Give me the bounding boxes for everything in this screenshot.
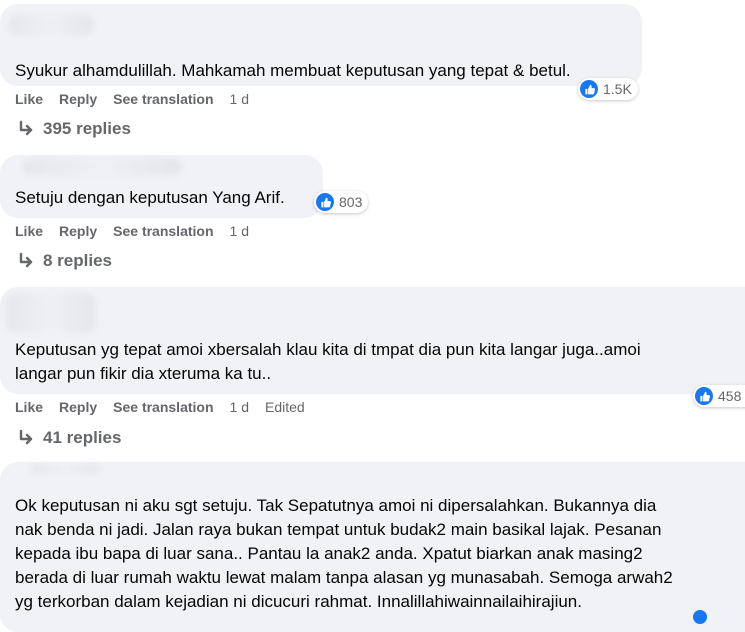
replies-count: 41 replies bbox=[43, 428, 122, 447]
comment-actions: Like Reply See translation 1 d bbox=[15, 222, 265, 240]
reaction-count: 1.5K bbox=[603, 81, 632, 97]
like-button[interactable]: Like bbox=[15, 223, 43, 239]
timestamp[interactable]: 1 d bbox=[230, 91, 249, 107]
like-button[interactable]: Like bbox=[15, 399, 43, 415]
view-replies-button[interactable]: 395 replies bbox=[17, 119, 131, 139]
comment-text-line-3: kepada ibu bapa di luar sana.. Pantau la… bbox=[15, 544, 643, 563]
redacted-author-name bbox=[8, 14, 94, 36]
comment-bubble-2: Setuju dengan keputusan Yang Arif. bbox=[0, 155, 323, 218]
see-translation-button[interactable]: See translation bbox=[113, 91, 213, 107]
comment-text-line-1: Keputusan yg tepat amoi xbersalah klau k… bbox=[15, 340, 641, 359]
thumbs-up-icon bbox=[695, 387, 713, 405]
reaction-count: 458 bbox=[718, 388, 742, 404]
reply-button[interactable]: Reply bbox=[59, 223, 97, 239]
thumbs-up-icon bbox=[316, 193, 334, 211]
comment-actions: Like Reply See translation 1 d bbox=[15, 90, 265, 108]
comment-actions: Like Reply See translation 1 d Edited bbox=[15, 398, 321, 416]
like-button[interactable]: Like bbox=[15, 91, 43, 107]
timestamp[interactable]: 1 d bbox=[230, 399, 249, 415]
reply-button[interactable]: Reply bbox=[59, 91, 97, 107]
view-replies-button[interactable]: 8 replies bbox=[17, 251, 112, 271]
redacted-author-name bbox=[6, 293, 96, 333]
reply-button[interactable]: Reply bbox=[59, 399, 97, 415]
thumbs-up-icon bbox=[693, 610, 707, 624]
redacted-author-name bbox=[30, 464, 100, 474]
comment-text-line-2: langar pun fikir dia xteruma ka tu.. bbox=[15, 364, 272, 383]
timestamp[interactable]: 1 d bbox=[230, 223, 249, 239]
reaction-count-button[interactable]: 1.5K bbox=[578, 78, 638, 100]
reaction-count: 803 bbox=[339, 194, 363, 210]
redacted-author-name bbox=[22, 159, 182, 175]
comment-text: Setuju dengan keputusan Yang Arif. bbox=[15, 188, 285, 207]
edited-label: Edited bbox=[264, 399, 305, 415]
reply-arrow-icon bbox=[19, 252, 33, 268]
comment-text-line-5: yg terkorban dalam kejadian ni dicucuri … bbox=[15, 592, 582, 611]
comment-text-line-2: nak benda ni jadi. Jalan raya bukan temp… bbox=[15, 520, 662, 539]
reaction-count-button[interactable]: 458 bbox=[693, 385, 745, 407]
comment-text: Syukur alhamdulillah. Mahkamah membuat k… bbox=[15, 61, 571, 80]
see-translation-button[interactable]: See translation bbox=[113, 223, 213, 239]
reply-arrow-icon bbox=[19, 120, 33, 136]
replies-count: 8 replies bbox=[43, 251, 112, 270]
reply-arrow-icon bbox=[19, 429, 33, 445]
view-replies-button[interactable]: 41 replies bbox=[17, 428, 121, 448]
see-translation-button[interactable]: See translation bbox=[113, 399, 213, 415]
reaction-count-button[interactable]: 803 bbox=[314, 191, 369, 213]
comment-bubble-4: Ok keputusan ni aku sgt setuju. Tak Sepa… bbox=[0, 462, 745, 632]
comment-bubble-1: Syukur alhamdulillah. Mahkamah membuat k… bbox=[0, 4, 642, 86]
thumbs-up-icon bbox=[580, 80, 598, 98]
replies-count: 395 replies bbox=[43, 119, 131, 138]
comment-bubble-3: Keputusan yg tepat amoi xbersalah klau k… bbox=[0, 287, 745, 394]
comment-text-line-4: berada di luar rumah waktu lewat malam t… bbox=[15, 568, 673, 587]
comment-text-line-1: Ok keputusan ni aku sgt setuju. Tak Sepa… bbox=[15, 496, 657, 515]
